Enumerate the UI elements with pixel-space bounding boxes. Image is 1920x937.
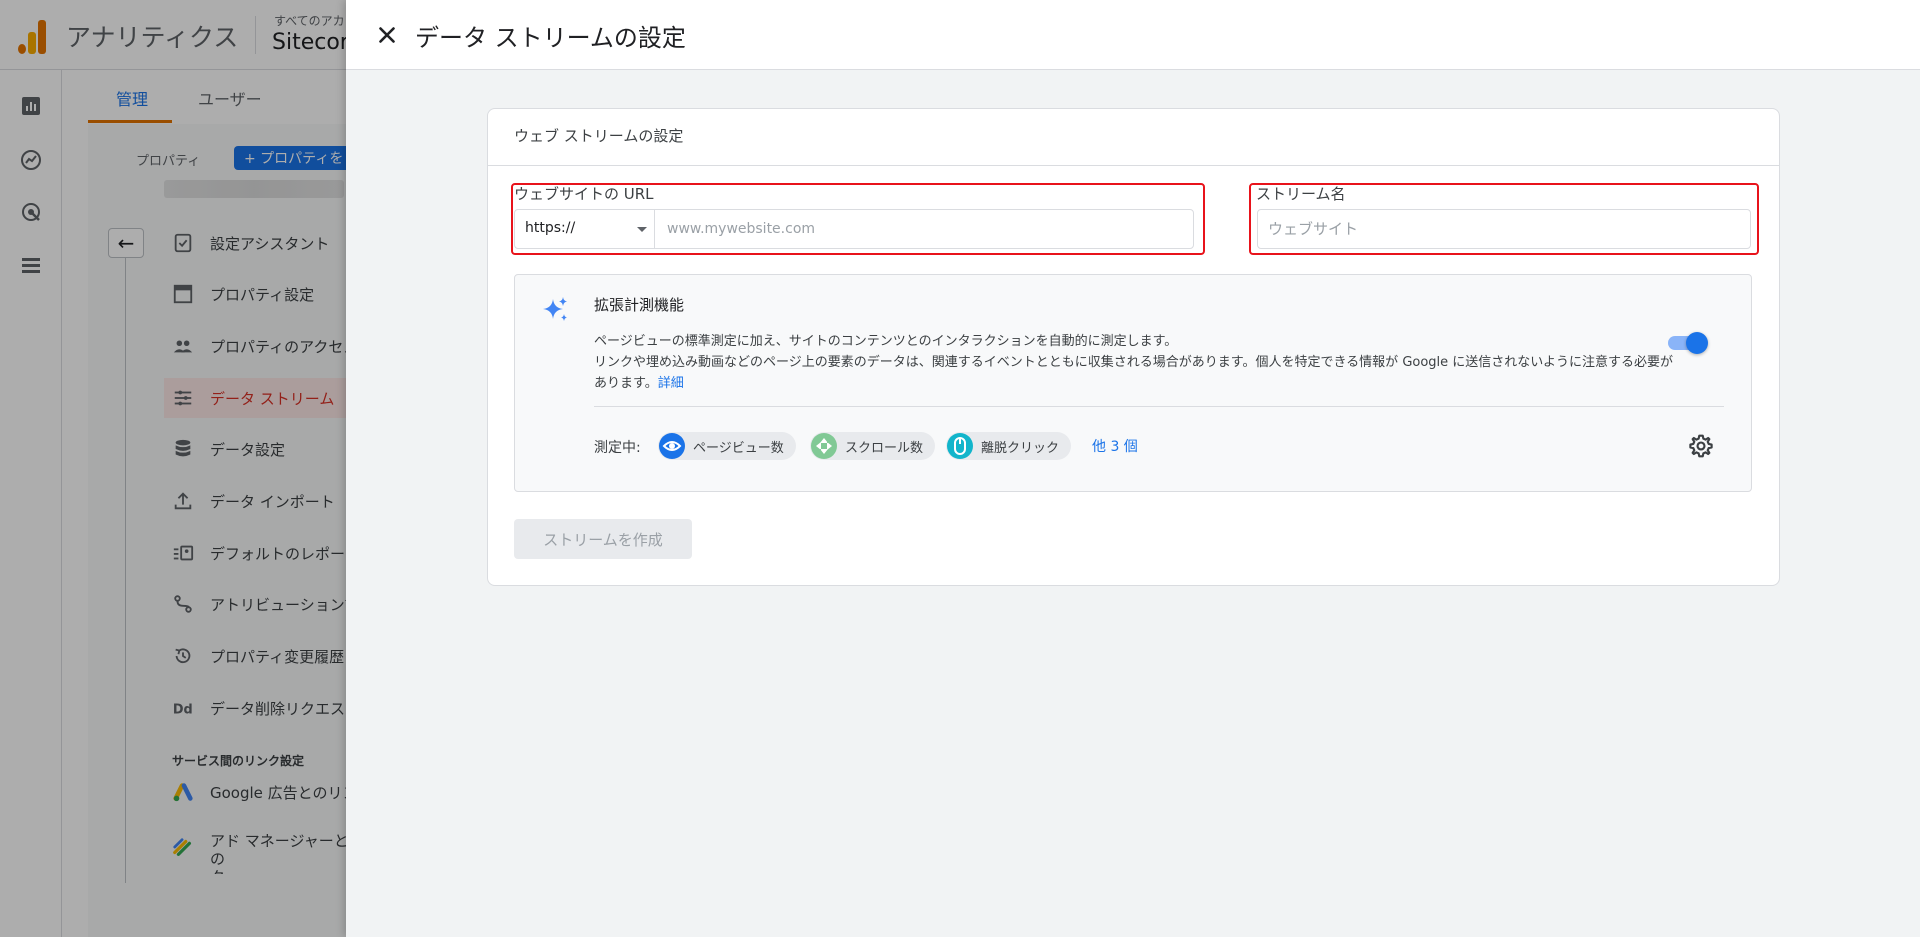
gear-icon[interactable] <box>1688 433 1714 459</box>
website-url-group: https:// <box>514 209 1194 249</box>
panel-header: データ ストリームの設定 <box>346 0 1920 70</box>
toggle-thumb <box>1686 332 1708 354</box>
chip-label: スクロール数 <box>845 440 924 456</box>
close-icon[interactable] <box>374 22 400 48</box>
sparkle-icon <box>543 297 567 321</box>
description-line-1: ページビューの標準測定に加え、サイトのコンテンツとのインタラクションを自動的に測… <box>594 334 1178 349</box>
chip-label: ページビュー数 <box>693 440 784 456</box>
stream-name-input[interactable] <box>1257 209 1751 249</box>
protocol-value: https:// <box>525 220 576 236</box>
stream-name-label: ストリーム名 <box>1256 185 1346 203</box>
chip-page-views: ページビュー数 <box>658 432 796 460</box>
measuring-label: 測定中: <box>594 440 641 456</box>
chip-outbound-clicks: 離脱クリック <box>946 432 1072 460</box>
enhanced-measurement-divider <box>594 406 1724 407</box>
enhanced-measurement-box: 拡張計測機能 ページビューの標準測定に加え、サイトのコンテンツとのインタラクショ… <box>514 274 1752 492</box>
card-divider <box>488 165 1779 166</box>
chevron-down-icon <box>637 227 647 232</box>
chip-label: 離脱クリック <box>981 440 1060 456</box>
enhanced-measurement-toggle[interactable] <box>1666 331 1708 354</box>
enhanced-measurement-description: ページビューの標準測定に加え、サイトのコンテンツとのインタラクションを自動的に測… <box>594 331 1674 394</box>
protocol-select[interactable]: https:// <box>515 210 655 248</box>
chip-scrolls: スクロール数 <box>810 432 936 460</box>
website-url-label: ウェブサイトの URL <box>514 185 654 203</box>
scroll-icon <box>811 433 837 459</box>
mouse-icon <box>947 433 973 459</box>
website-url-input[interactable] <box>655 210 1193 248</box>
enhanced-measurement-title: 拡張計測機能 <box>594 296 685 314</box>
eye-icon <box>659 433 685 459</box>
create-stream-button[interactable]: ストリームを作成 <box>514 519 692 559</box>
panel-title: データ ストリームの設定 <box>415 24 686 52</box>
scrim-overlay[interactable] <box>0 0 346 937</box>
card-title: ウェブ ストリームの設定 <box>514 127 684 145</box>
description-line-2: リンクや埋め込み動画などのページ上の要素のデータは、関連するイベントとともに収集… <box>594 355 1674 391</box>
details-link[interactable]: 詳細 <box>658 376 684 391</box>
more-events-link[interactable]: 他 3 個 <box>1092 436 1138 456</box>
